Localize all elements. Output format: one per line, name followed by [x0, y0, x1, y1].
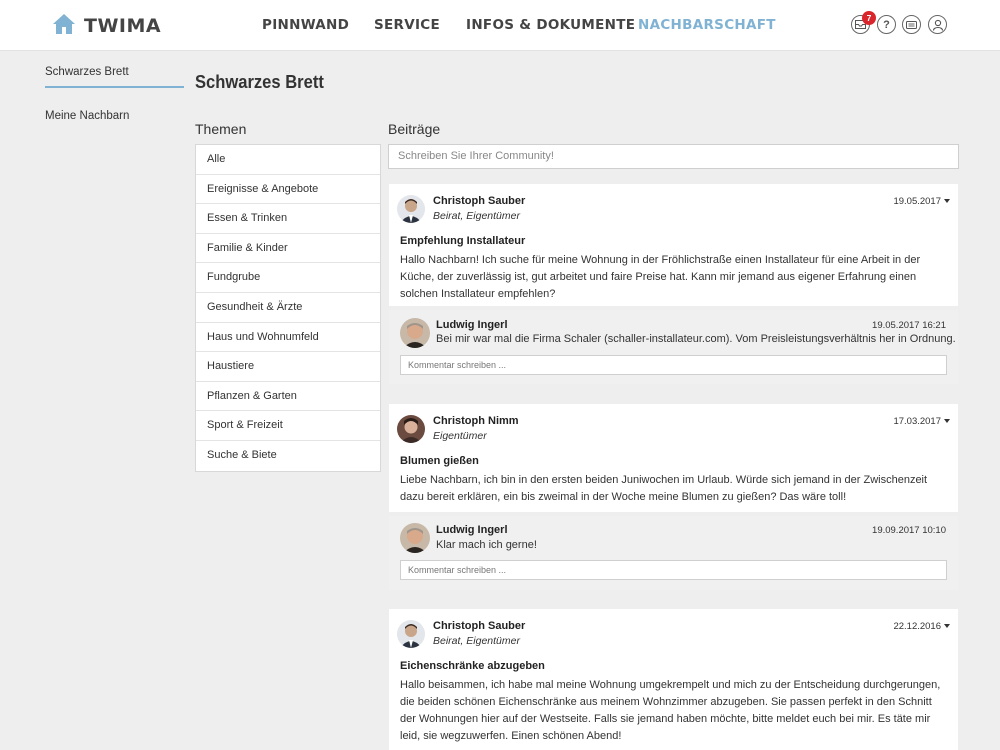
brand-name: TWIMA [84, 15, 162, 37]
help-icon[interactable]: ? [877, 15, 896, 34]
topic-item-haus[interactable]: Haus und Wohnumfeld [196, 323, 380, 353]
help-icon-glyph: ? [883, 18, 890, 31]
post-card: Christoph Sauber Beirat, Eigentümer 22.1… [389, 609, 958, 750]
topic-item-essen[interactable]: Essen & Trinken [196, 204, 380, 234]
caret-down-icon [944, 419, 950, 423]
post-text: Liebe Nachbarn, ich bin in den ersten be… [400, 474, 928, 503]
topic-item-ereignisse[interactable]: Ereignisse & Angebote [196, 175, 380, 205]
feed-heading: Beiträge [388, 121, 441, 137]
nav-pinnwand[interactable]: PINNWAND [262, 17, 349, 33]
post-date[interactable]: 22.12.2016 [893, 621, 950, 632]
post-author-role: Beirat, Eigentümer [433, 210, 520, 222]
post-text: Hallo Nachbarn! Ich suche für meine Wohn… [400, 254, 921, 300]
nav-service[interactable]: SERVICE [374, 17, 440, 33]
caret-down-icon [944, 199, 950, 203]
compose-input[interactable]: Schreiben Sie Ihrer Community! [388, 144, 959, 169]
avatar[interactable] [397, 415, 425, 443]
chat-icon[interactable] [902, 15, 921, 34]
topic-item-sport[interactable]: Sport & Freizeit [196, 411, 380, 441]
post-date-text: 22.12.2016 [893, 621, 941, 632]
post-author-role: Beirat, Eigentümer [433, 635, 520, 647]
home-icon [52, 13, 76, 40]
comment-section: Ludwig Ingerl 19.09.2017 10:10 Klar mach… [389, 516, 958, 590]
page-title: Schwarzes Brett [195, 72, 324, 92]
top-header: TWIMA PINNWAND SERVICE INFOS & DOKUMENTE… [0, 0, 1000, 51]
post-author[interactable]: Christoph Nimm [433, 415, 519, 427]
comment-author[interactable]: Ludwig Ingerl [436, 524, 508, 536]
inbox-icon[interactable]: 7 [851, 11, 876, 34]
topics-heading: Themen [195, 121, 247, 137]
topic-item-familie[interactable]: Familie & Kinder [196, 234, 380, 264]
post-text: Hallo beisammen, ich habe mal meine Wohn… [400, 679, 941, 742]
sidebar-item-schwarzes-brett[interactable]: Schwarzes Brett [45, 66, 184, 88]
comment-text: Bei mir war mal die Firma Schaler (schal… [436, 333, 956, 345]
comment-date: 19.05.2017 16:21 [872, 320, 946, 331]
caret-down-icon [944, 624, 950, 628]
sidebar-item-meine-nachbarn[interactable]: Meine Nachbarn [45, 110, 129, 122]
user-icon[interactable] [928, 15, 947, 34]
comment-input[interactable]: Kommentar schreiben ... [400, 560, 947, 580]
comment-section: Ludwig Ingerl 19.05.2017 16:21 Bei mir w… [389, 310, 958, 384]
comment-date: 19.09.2017 10:10 [872, 525, 946, 536]
avatar[interactable] [400, 318, 430, 348]
notification-badge: 7 [862, 11, 876, 25]
topic-item-suche[interactable]: Suche & Biete [196, 441, 380, 471]
comment-input[interactable]: Kommentar schreiben ... [400, 355, 947, 375]
topic-item-fundgrube[interactable]: Fundgrube [196, 263, 380, 293]
nav-nachbarschaft[interactable]: NACHBARSCHAFT [638, 17, 776, 33]
comment-author[interactable]: Ludwig Ingerl [436, 319, 508, 331]
post-title: Empfehlung Installateur [400, 235, 526, 247]
topic-item-haustiere[interactable]: Haustiere [196, 352, 380, 382]
avatar[interactable] [397, 195, 425, 223]
post-title: Blumen gießen [400, 455, 479, 467]
post-author-role: Eigentümer [433, 430, 487, 442]
post-date-text: 17.03.2017 [893, 416, 941, 427]
topic-item-pflanzen[interactable]: Pflanzen & Garten [196, 382, 380, 412]
topic-item-alle[interactable]: Alle [196, 145, 380, 175]
comment-text: Klar mach ich gerne! [436, 539, 537, 551]
brand-logo[interactable]: TWIMA [52, 13, 162, 40]
avatar[interactable] [400, 523, 430, 553]
post-card: Christoph Nimm Eigentümer 17.03.2017 Blu… [389, 404, 958, 512]
post-date[interactable]: 17.03.2017 [893, 416, 950, 427]
topic-item-gesundheit[interactable]: Gesundheit & Ärzte [196, 293, 380, 323]
post-author[interactable]: Christoph Sauber [433, 620, 525, 632]
post-author[interactable]: Christoph Sauber [433, 195, 525, 207]
nav-infos-dokumente[interactable]: INFOS & DOKUMENTE [466, 17, 635, 33]
topic-list: Alle Ereignisse & Angebote Essen & Trink… [195, 144, 381, 472]
avatar[interactable] [397, 620, 425, 648]
post-date[interactable]: 19.05.2017 [893, 196, 950, 207]
post-card: Christoph Sauber Beirat, Eigentümer 19.0… [389, 184, 958, 306]
post-title: Eichenschränke abzugeben [400, 660, 545, 672]
post-date-text: 19.05.2017 [893, 196, 941, 207]
